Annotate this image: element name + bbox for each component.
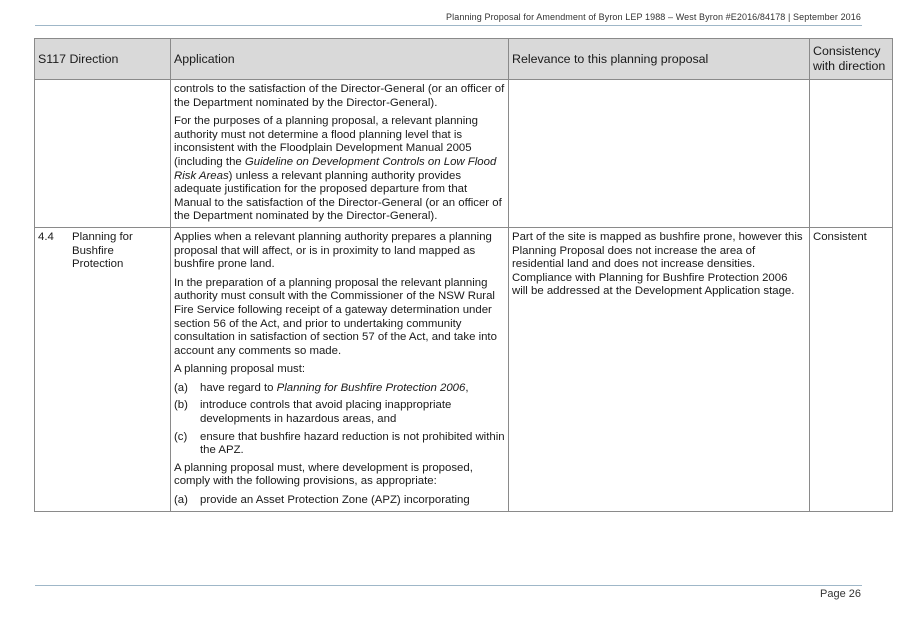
consistency-value: Consistent xyxy=(813,230,867,243)
footer-rule xyxy=(35,585,862,586)
direction-cell xyxy=(34,79,171,228)
application-cell: Applies when a relevant planning authori… xyxy=(170,226,509,512)
list-label: (a) xyxy=(174,381,188,394)
list-item: (c) ensure that bushfire hazard reductio… xyxy=(174,431,505,458)
relevance-cell xyxy=(508,79,810,228)
list-label: (b) xyxy=(174,399,188,412)
publication-title: Planning for Bushfire Protection 2006 xyxy=(276,381,466,394)
s117-directions-table: S117 Direction Application Relevance to … xyxy=(34,38,893,512)
list-text: provide an Asset Protection Zone (APZ) i… xyxy=(200,494,470,507)
direction-cell: 4.4 Planning for Bushfire Protection xyxy=(34,226,171,512)
application-paragraph: controls to the satisfaction of the Dire… xyxy=(174,83,505,109)
list-label: (a) xyxy=(174,494,188,507)
list-text: ensure that bushfire hazard reduction is… xyxy=(200,430,505,457)
list-item: (a) have regard to Planning for Bushfire… xyxy=(174,382,505,396)
text-run: have regard to xyxy=(200,381,277,394)
application-paragraph: A planning proposal must, where developm… xyxy=(174,461,473,488)
consistency-cell: Consistent xyxy=(809,226,893,512)
header-rule xyxy=(35,25,862,26)
direction-name: Planning for Bushfire Protection xyxy=(72,230,133,271)
application-paragraph: In the preparation of a planning proposa… xyxy=(174,276,497,357)
table-row: controls to the satisfaction of the Dire… xyxy=(34,79,893,228)
list-item: (a) provide an Asset Protection Zone (AP… xyxy=(174,494,505,508)
application-paragraph: Applies when a relevant planning authori… xyxy=(174,230,492,271)
application-cell: controls to the satisfaction of the Dire… xyxy=(170,79,509,228)
table-header-row: S117 Direction Application Relevance to … xyxy=(34,38,893,80)
consistency-cell xyxy=(809,79,893,228)
list-text: have regard to Planning for Bushfire Pro… xyxy=(200,382,505,396)
col-header-direction: S117 Direction xyxy=(34,38,171,80)
running-header: Planning Proposal for Amendment of Byron… xyxy=(446,12,861,22)
list-text: introduce controls that avoid placing in… xyxy=(200,399,452,426)
application-paragraph: For the purposes of a planning proposal,… xyxy=(174,115,505,224)
table-row: 4.4 Planning for Bushfire Protection App… xyxy=(34,226,893,512)
relevance-text: Part of the site is mapped as bushfire p… xyxy=(512,230,803,298)
relevance-cell: Part of the site is mapped as bushfire p… xyxy=(508,226,810,512)
list-label: (c) xyxy=(174,430,188,443)
list-item: (b) introduce controls that avoid placin… xyxy=(174,399,505,426)
col-header-consistency: Consistency with direction xyxy=(809,38,893,80)
direction-number: 4.4 xyxy=(38,230,54,243)
col-header-application: Application xyxy=(170,38,509,80)
col-header-relevance: Relevance to this planning proposal xyxy=(508,38,810,80)
application-paragraph: A planning proposal must: xyxy=(174,363,306,376)
page-number: Page 26 xyxy=(820,588,861,600)
text-run: , xyxy=(465,381,469,394)
